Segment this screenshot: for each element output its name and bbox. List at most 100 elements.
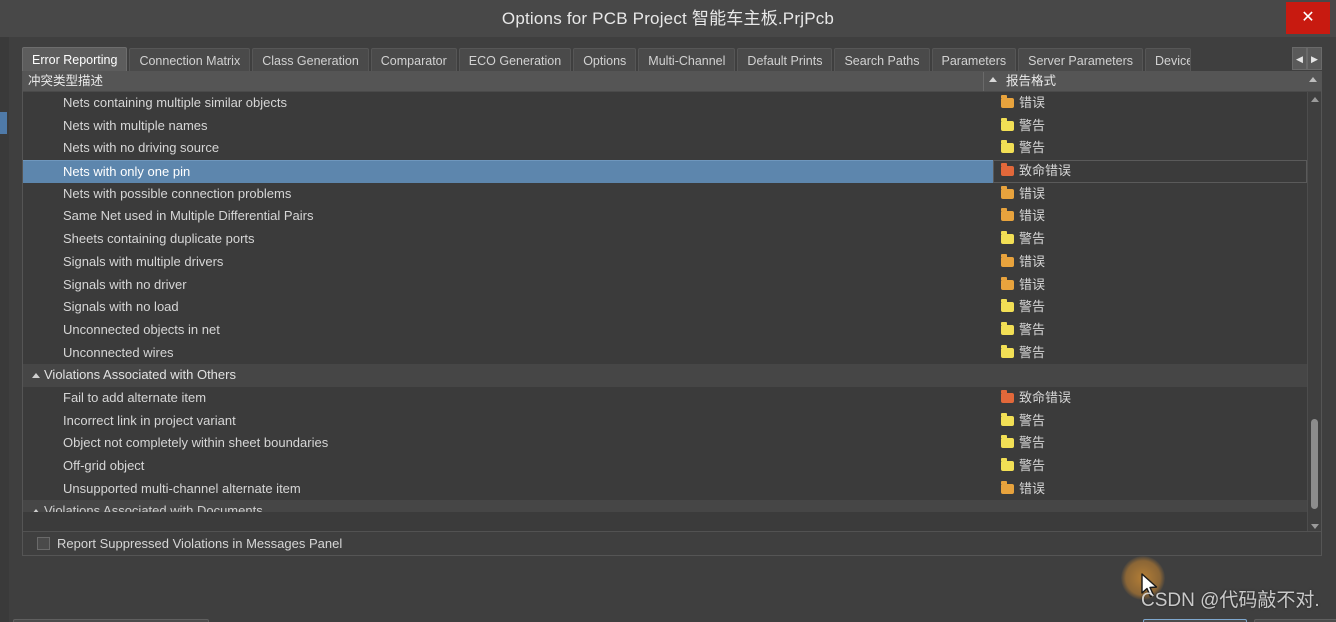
violations-list[interactable]: Nets containing multiple similar objects… <box>23 92 1307 533</box>
violation-row[interactable]: Sheets containing duplicate ports 警告 <box>23 228 1307 251</box>
report-mode-cell[interactable]: 错误 <box>1001 205 1045 228</box>
report-mode-cell[interactable]: 错误 <box>1001 251 1045 274</box>
violation-row[interactable]: Signals with multiple drivers 错误 <box>23 251 1307 274</box>
folder-icon <box>1001 412 1014 426</box>
violation-description: Violations Associated with Others <box>44 367 236 383</box>
folder-icon <box>1001 480 1014 494</box>
folder-icon <box>1001 435 1014 449</box>
report-mode-label: 错误 <box>1019 95 1046 110</box>
folder-icon <box>1001 253 1014 267</box>
violation-row[interactable]: Unconnected wires 警告 <box>23 342 1307 365</box>
tab-scroll-controls: ◀ ▶ <box>1292 47 1322 70</box>
title-bar: Options for PCB Project 智能车主板.PrjPcb ✕ <box>0 0 1336 38</box>
folder-icon <box>1001 140 1014 154</box>
report-mode-cell[interactable]: 警告 <box>1001 410 1045 433</box>
violation-row[interactable]: Nets containing multiple similar objects… <box>23 92 1307 115</box>
violation-description: Object not completely within sheet bound… <box>63 435 329 451</box>
report-mode-cell[interactable]: 警告 <box>1001 319 1045 342</box>
violation-row[interactable]: Signals with no driver 错误 <box>23 274 1307 297</box>
violation-row[interactable]: Nets with multiple names 警告 <box>23 115 1307 138</box>
column-header-report-mode[interactable]: 报告格式 <box>1001 72 1301 91</box>
violation-row[interactable]: Nets with possible connection problems 错误 <box>23 183 1307 206</box>
error-reporting-panel: 冲突类型描述 报告格式 Nets containing multiple sim… <box>22 71 1322 556</box>
violation-row[interactable]: Incorrect link in project variant 警告 <box>23 410 1307 433</box>
violation-description: Nets with possible connection problems <box>63 185 292 201</box>
violation-description: Unsupported multi-channel alternate item <box>63 480 301 496</box>
column-divider[interactable] <box>983 72 984 91</box>
report-mode-cell[interactable]: 警告 <box>1001 432 1045 455</box>
tab-server-parameters[interactable]: Server Parameters <box>1018 48 1144 72</box>
violation-description: Incorrect link in project variant <box>63 412 236 428</box>
scrollbar-thumb[interactable] <box>1311 419 1318 509</box>
violation-group-row[interactable]: Violations Associated with Others <box>23 364 1307 387</box>
violation-row[interactable]: Same Net used in Multiple Differential P… <box>23 205 1307 228</box>
report-mode-label: 错误 <box>1019 253 1046 269</box>
report-mode-label: 警告 <box>1019 117 1046 133</box>
report-mode-label: 错误 <box>1019 185 1046 201</box>
report-mode-label: 警告 <box>1019 435 1046 451</box>
violation-description: Nets with multiple names <box>63 117 208 133</box>
violation-row[interactable]: Nets with only one pin 致命错误 <box>23 160 1307 183</box>
report-mode-cell[interactable]: 警告 <box>1001 228 1045 251</box>
violation-description: Signals with no load <box>63 299 179 315</box>
violation-description: Off-grid object <box>63 458 145 473</box>
background-window-highlight <box>0 112 7 134</box>
violation-description: Unconnected objects in net <box>63 321 220 337</box>
violation-row[interactable]: Object not completely within sheet bound… <box>23 432 1307 455</box>
violation-row[interactable]: Nets with no driving source 警告 <box>23 137 1307 160</box>
folder-icon <box>1001 163 1014 177</box>
tab-class-generation[interactable]: Class Generation <box>252 48 369 72</box>
tab-strip: Error Reporting Connection Matrix Class Ge… <box>22 46 1193 72</box>
report-mode-cell[interactable]: 错误 <box>1001 478 1045 501</box>
report-suppressed-label[interactable]: Report Suppressed Violations in Messages… <box>57 532 342 555</box>
violation-row[interactable]: Unsupported multi-channel alternate item… <box>23 478 1307 501</box>
report-mode-cell[interactable]: 错误 <box>1001 274 1045 297</box>
violation-row[interactable]: Signals with no load 警告 <box>23 296 1307 319</box>
folder-icon <box>1001 185 1014 199</box>
scroll-up-icon[interactable] <box>1308 92 1321 106</box>
tab-options[interactable]: Options <box>573 48 637 72</box>
violation-description: Nets with no driving source <box>63 140 220 156</box>
violation-description: Fail to add alternate item <box>63 389 207 405</box>
report-suppressed-checkbox[interactable] <box>37 537 50 550</box>
tab-search-paths[interactable]: Search Paths <box>834 48 930 72</box>
report-mode-label: 警告 <box>1019 140 1046 156</box>
tab-scroll-left-icon[interactable]: ◀ <box>1292 47 1307 70</box>
report-mode-label: 警告 <box>1019 299 1046 315</box>
report-mode-cell[interactable]: 致命错误 <box>1001 160 1071 183</box>
tab-comparator[interactable]: Comparator <box>370 48 457 72</box>
violation-description: Violations Associated with Documents <box>44 503 263 513</box>
tab-error-reporting[interactable]: Error Reporting <box>22 47 128 72</box>
violation-row[interactable]: Off-grid object 警告 <box>23 455 1307 478</box>
violation-row[interactable]: Unconnected objects in net 警告 <box>23 319 1307 342</box>
vertical-scrollbar[interactable] <box>1307 92 1321 533</box>
violation-row[interactable]: Fail to add alternate item 致命错误 <box>23 387 1307 410</box>
violation-group-row[interactable]: Violations Associated with Documents <box>23 500 1307 513</box>
report-mode-label: 错误 <box>1019 276 1046 292</box>
tab-connection-matrix[interactable]: Connection Matrix <box>129 48 251 72</box>
tab-default-prints[interactable]: Default Prints <box>737 48 833 72</box>
tab-eco-generation[interactable]: ECO Generation <box>458 48 572 72</box>
column-header-description[interactable]: 冲突类型描述 <box>23 72 983 91</box>
report-mode-label: 警告 <box>1019 458 1046 473</box>
report-mode-cell[interactable]: 警告 <box>1001 137 1045 160</box>
report-mode-cell[interactable]: 警告 <box>1001 342 1045 365</box>
folder-icon <box>1001 276 1014 290</box>
report-mode-cell[interactable]: 错误 <box>1001 92 1045 115</box>
tab-parameters[interactable]: Parameters <box>931 48 1017 72</box>
report-mode-cell[interactable]: 警告 <box>1001 296 1045 319</box>
options-dialog: Options for PCB Project 智能车主板.PrjPcb ✕ E… <box>0 0 1336 622</box>
folder-icon <box>1001 208 1014 222</box>
folder-icon <box>1001 231 1014 245</box>
tab-device-s[interactable]: Device S <box>1145 48 1192 72</box>
tab-multi-channel[interactable]: Multi-Channel <box>638 48 736 72</box>
report-mode-cell[interactable]: 警告 <box>1001 455 1045 478</box>
violation-description: Signals with multiple drivers <box>63 253 224 269</box>
report-mode-cell[interactable]: 致命错误 <box>1001 387 1071 410</box>
report-mode-cell[interactable]: 警告 <box>1001 115 1045 138</box>
tab-scroll-right-icon[interactable]: ▶ <box>1307 47 1322 70</box>
report-mode-cell[interactable]: 错误 <box>1001 183 1045 206</box>
report-mode-label: 致命错误 <box>1019 389 1072 405</box>
report-mode-label: 警告 <box>1019 321 1046 337</box>
close-icon[interactable]: ✕ <box>1286 2 1330 34</box>
